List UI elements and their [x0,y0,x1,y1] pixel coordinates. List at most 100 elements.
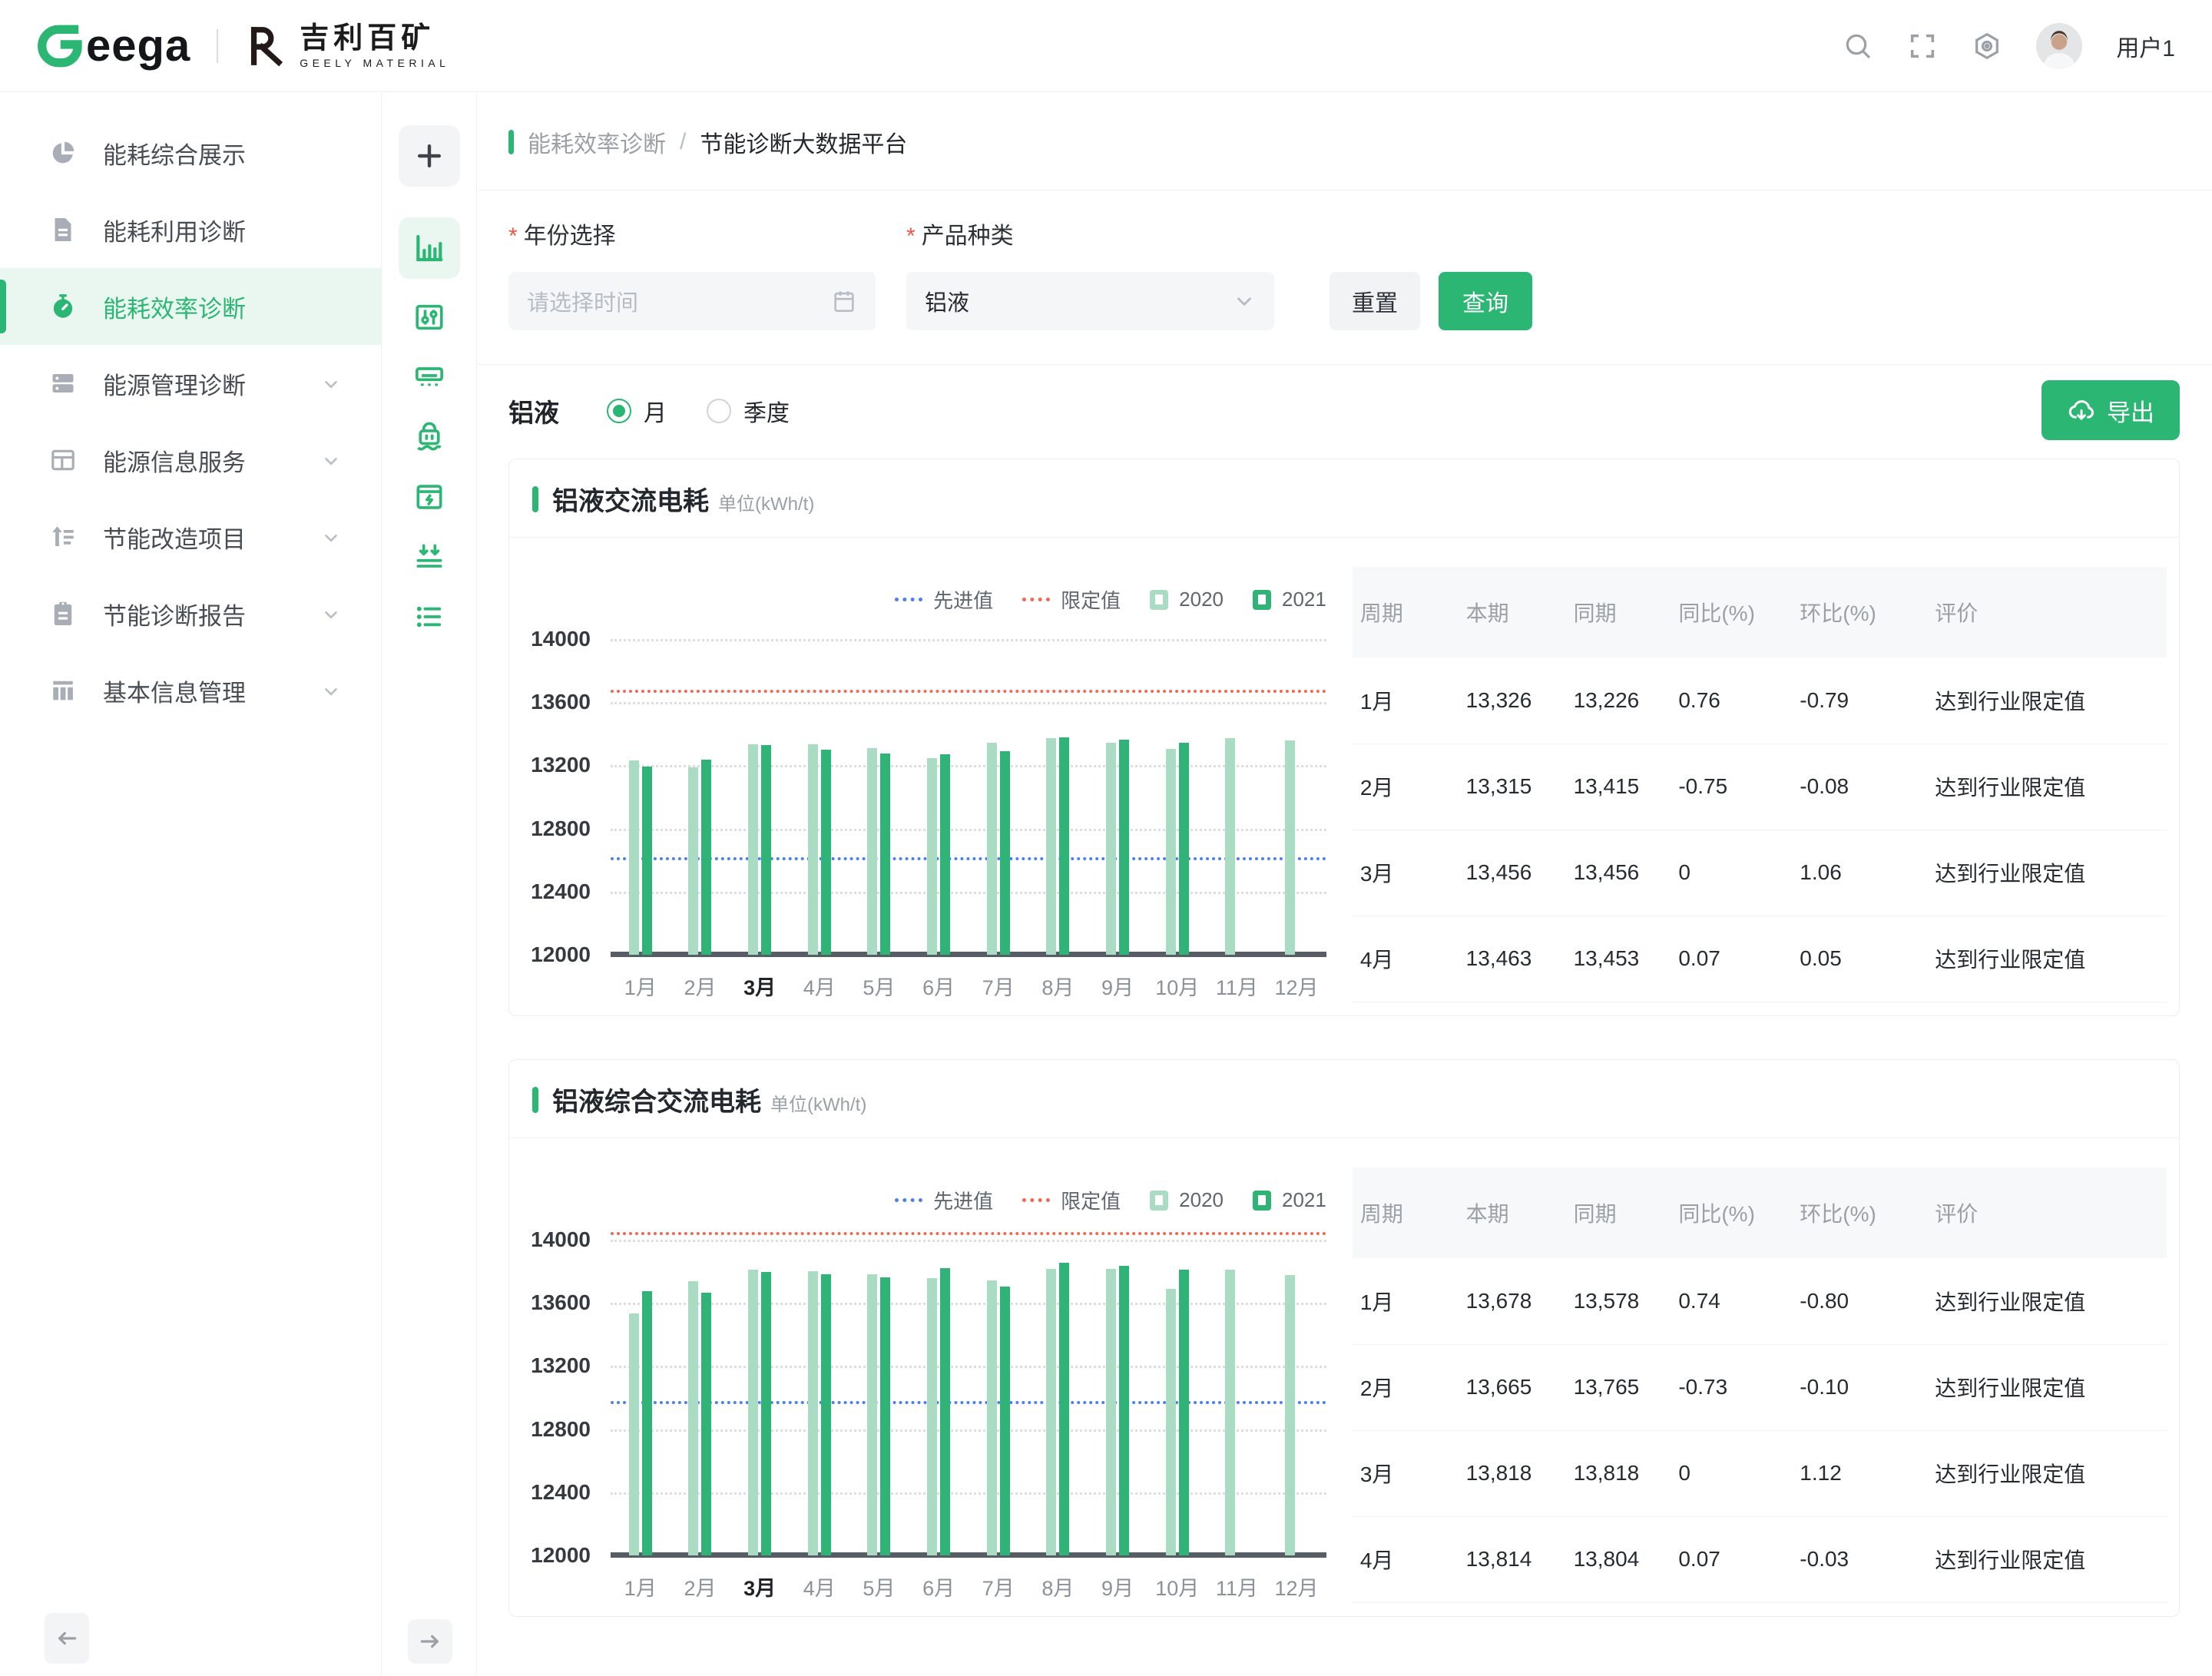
pie-chart-icon [49,139,77,167]
legend-item[interactable]: 2021 [1253,588,1326,611]
sidebar-item[interactable]: 能耗综合展示 [0,114,381,191]
legend-item[interactable]: 限定值 [1022,1186,1121,1214]
bar-2020-3月[interactable] [748,1270,758,1555]
bar-2020-12月[interactable] [1285,1275,1295,1555]
reset-button[interactable]: 重置 [1330,272,1420,330]
bar-2020-5月[interactable] [867,748,877,955]
bar-2020-4月[interactable] [808,744,818,955]
geely-logo: 吉利百矿 GEELY MATERIAL [244,23,449,69]
bar-2021-6月[interactable] [940,754,950,955]
tool-bar-chart-icon[interactable] [399,217,460,279]
table-cell: 1月 [1353,657,1459,744]
bar-2021-8月[interactable] [1059,1263,1069,1555]
bar-2021-5月[interactable] [880,754,890,955]
tool-plus-icon[interactable] [399,125,460,187]
bar-2021-6月[interactable] [940,1268,950,1555]
bar-2021-4月[interactable] [821,1274,831,1555]
bar-2021-7月[interactable] [1000,1287,1010,1555]
user-name[interactable]: 用户1 [2116,29,2175,63]
bar-2020-8月[interactable] [1046,738,1056,955]
sidebar-item[interactable]: 能耗效率诊断 [0,268,381,345]
bar-2020-9月[interactable] [1106,1269,1116,1555]
export-button[interactable]: 导出 [2041,380,2180,440]
bar-2020-6月[interactable] [927,1278,937,1555]
bar-2020-1月[interactable] [629,760,639,955]
bar-2021-9月[interactable] [1119,740,1129,956]
bar-2021-9月[interactable] [1119,1266,1129,1555]
bar-2020-9月[interactable] [1106,743,1116,955]
column-header: 周期 [1353,1168,1459,1258]
bar-2021-10月[interactable] [1179,743,1189,955]
fullscreen-icon[interactable] [1907,31,1938,61]
table-cell: 0.07 [1671,1516,1792,1602]
bar-2020-3月[interactable] [748,744,758,955]
avatar[interactable] [2036,23,2082,69]
tool-sliders-icon[interactable] [399,293,460,342]
product-select[interactable]: 铝液 [906,272,1274,330]
legend-item[interactable]: 先进值 [895,1186,993,1214]
sidebar-item[interactable]: 能源信息服务 [0,422,381,498]
sidebar-item[interactable]: 能耗利用诊断 [0,191,381,268]
sidebar-item[interactable]: 节能改造项目 [0,498,381,575]
breadcrumb-parent[interactable]: 能耗效率诊断 [528,125,666,159]
strip-expand-button[interactable] [408,1619,452,1664]
bar-2021-2月[interactable] [701,760,711,955]
tool-air-conditioner-icon[interactable] [399,353,460,402]
chevron-down-icon [321,681,341,701]
power-window-icon [412,480,446,514]
sidebar-item[interactable]: 基本信息管理 [0,652,381,729]
bar-2020-8月[interactable] [1046,1269,1056,1555]
legend-item[interactable]: 限定值 [1022,585,1121,614]
year-date-input[interactable]: 请选择时间 [508,272,876,330]
bar-2020-2月[interactable] [688,1281,698,1555]
x-axis-labels: 1月2月3月4月5月6月7月8月9月10月11月12月 [611,1572,1326,1602]
bar-2021-7月[interactable] [1000,751,1010,955]
table-cell: 达到行业限定值 [1927,1516,2167,1602]
bar-2020-7月[interactable] [987,1280,997,1555]
table-row: 1月13,32613,2260.76-0.79达到行业限定值 [1353,657,2167,744]
bar-2020-5月[interactable] [867,1274,877,1555]
sidebar-collapse-button[interactable] [45,1613,89,1664]
legend-item[interactable]: 2021 [1253,1188,1326,1212]
bar-2020-10月[interactable] [1166,1289,1176,1555]
bar-2021-1月[interactable] [642,767,652,955]
bar-2020-11月[interactable] [1225,1270,1235,1555]
list-icon [412,600,446,634]
query-button[interactable]: 查询 [1439,272,1532,330]
bar-2020-7月[interactable] [987,743,997,955]
bar-2020-2月[interactable] [688,767,698,955]
search-icon[interactable] [1843,31,1873,61]
tool-power-window-icon[interactable] [399,472,460,522]
bar-2021-10月[interactable] [1179,1270,1189,1555]
settings-icon[interactable] [1972,31,2002,61]
bar-2021-3月[interactable] [761,745,771,955]
tool-list-icon[interactable] [399,592,460,641]
sidebar-item-label: 能源管理诊断 [103,366,246,401]
radio-month[interactable]: 月 [607,394,667,428]
bar-2020-4月[interactable] [808,1271,818,1555]
radio-quarter-dot [707,399,731,423]
bar-2021-2月[interactable] [701,1293,711,1555]
radio-quarter[interactable]: 季度 [707,394,790,428]
bar-2020-12月[interactable] [1285,740,1295,955]
bar-2021-3月[interactable] [761,1272,771,1555]
bar-2021-1月[interactable] [642,1291,652,1555]
bar-2021-5月[interactable] [880,1277,890,1555]
clipboard-icon [49,600,77,628]
filter-bar: *年份选择 请选择时间 *产品种类 铝液 [478,190,2212,365]
sidebar-item[interactable]: 节能诊断报告 [0,575,381,652]
bar-2021-8月[interactable] [1059,737,1069,955]
tool-double-download-icon[interactable] [399,532,460,581]
calendar-icon [831,288,857,314]
bar-2020-10月[interactable] [1166,749,1176,955]
legend-item[interactable]: 2020 [1150,588,1224,611]
bar-2020-11月[interactable] [1225,738,1235,955]
sidebar-item[interactable]: 能源管理诊断 [0,345,381,422]
bar-2021-4月[interactable] [821,750,831,955]
bar-2020-6月[interactable] [927,758,937,955]
legend-item[interactable]: 2020 [1150,1188,1224,1212]
tool-water-pump-icon[interactable] [399,412,460,462]
bar-2020-1月[interactable] [629,1313,639,1555]
legend-item[interactable]: 先进值 [895,585,993,614]
column-header: 同期 [1566,567,1671,657]
